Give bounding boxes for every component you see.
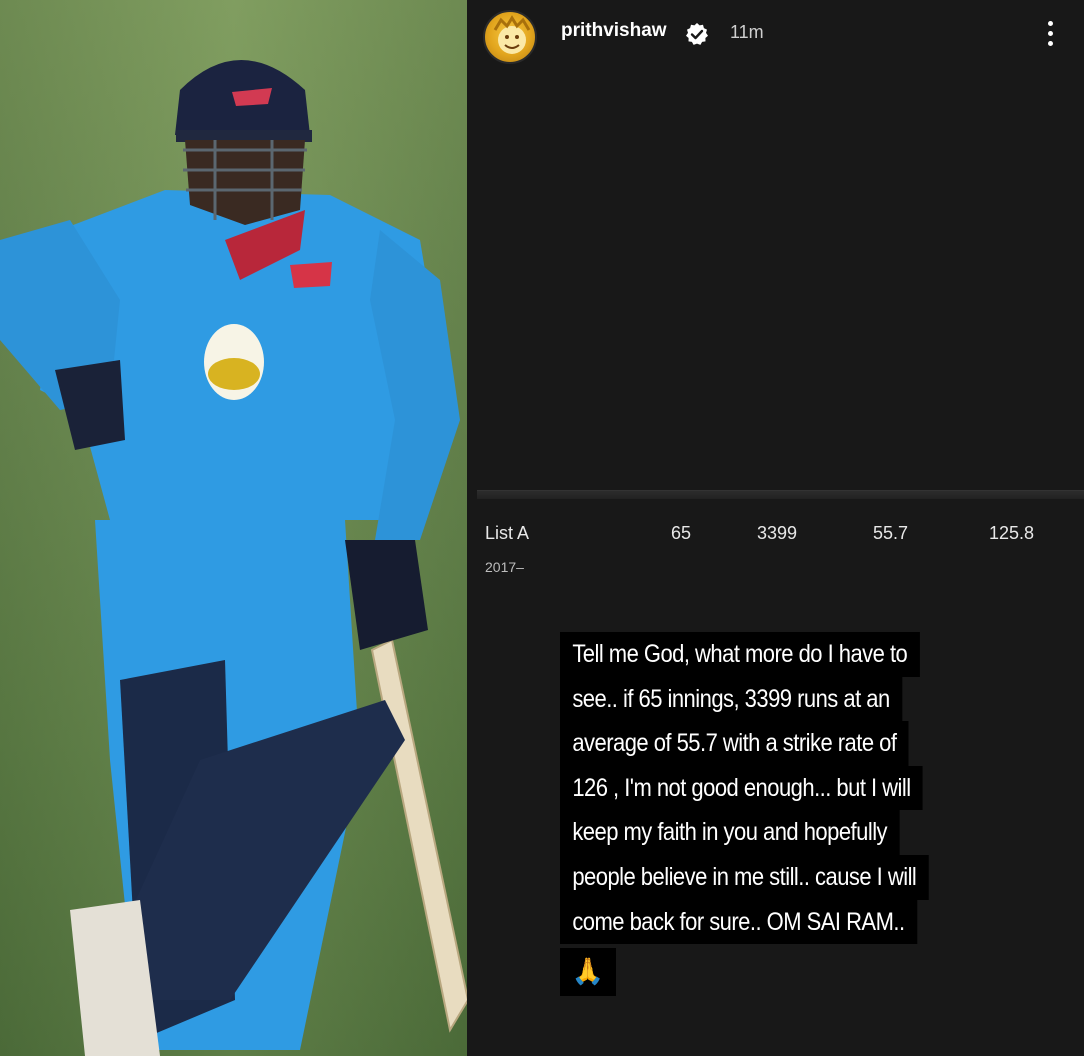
stats-divider xyxy=(477,490,1084,499)
average-value: 55.7 xyxy=(873,523,909,543)
profile-avatar[interactable] xyxy=(483,10,537,64)
format-years: 2017– xyxy=(485,559,524,575)
stats-row: List A 2017– 65 3399 55.7 125.8 xyxy=(467,515,1084,585)
more-options-icon[interactable] xyxy=(1032,14,1068,52)
caption-line: 126 , I'm not good enough... but I will xyxy=(560,765,923,811)
lion-logo-icon xyxy=(493,15,531,54)
caption-line: Tell me God, what more do I have to xyxy=(560,632,920,677)
story-header: prithvishaw 11m xyxy=(467,0,1084,70)
strike-rate-value: 125.8 xyxy=(989,523,1035,543)
more-dot xyxy=(1047,20,1053,26)
story-panel: prithvishaw 11m List A 2017– 65 3399 55.… xyxy=(467,0,1084,1056)
more-dot xyxy=(1047,40,1053,46)
player-photo xyxy=(0,0,467,1056)
caption-line: come back for sure.. OM SAI RAM.. xyxy=(560,899,917,945)
username[interactable]: prithvishaw xyxy=(561,20,667,42)
runs-value: 3399 xyxy=(757,523,798,543)
more-dot xyxy=(1047,30,1053,36)
caption-line: see.. if 65 innings, 3399 runs at an xyxy=(560,676,902,722)
caption-line: people believe in me still.. cause I wil… xyxy=(560,854,929,900)
verified-badge-icon xyxy=(685,22,709,46)
caption-line: keep my faith in you and hopefully xyxy=(560,810,900,855)
caption-line: average of 55.7 with a strike rate of xyxy=(560,721,909,766)
folded-hands-icon: 🙏 xyxy=(560,948,616,996)
story-caption: Tell me God, what more do I have to see.… xyxy=(560,632,938,945)
post-time: 11m xyxy=(730,22,764,42)
format-label: List A xyxy=(485,523,530,543)
innings-value: 65 xyxy=(671,523,692,543)
cricketer-illustration xyxy=(0,0,467,1056)
